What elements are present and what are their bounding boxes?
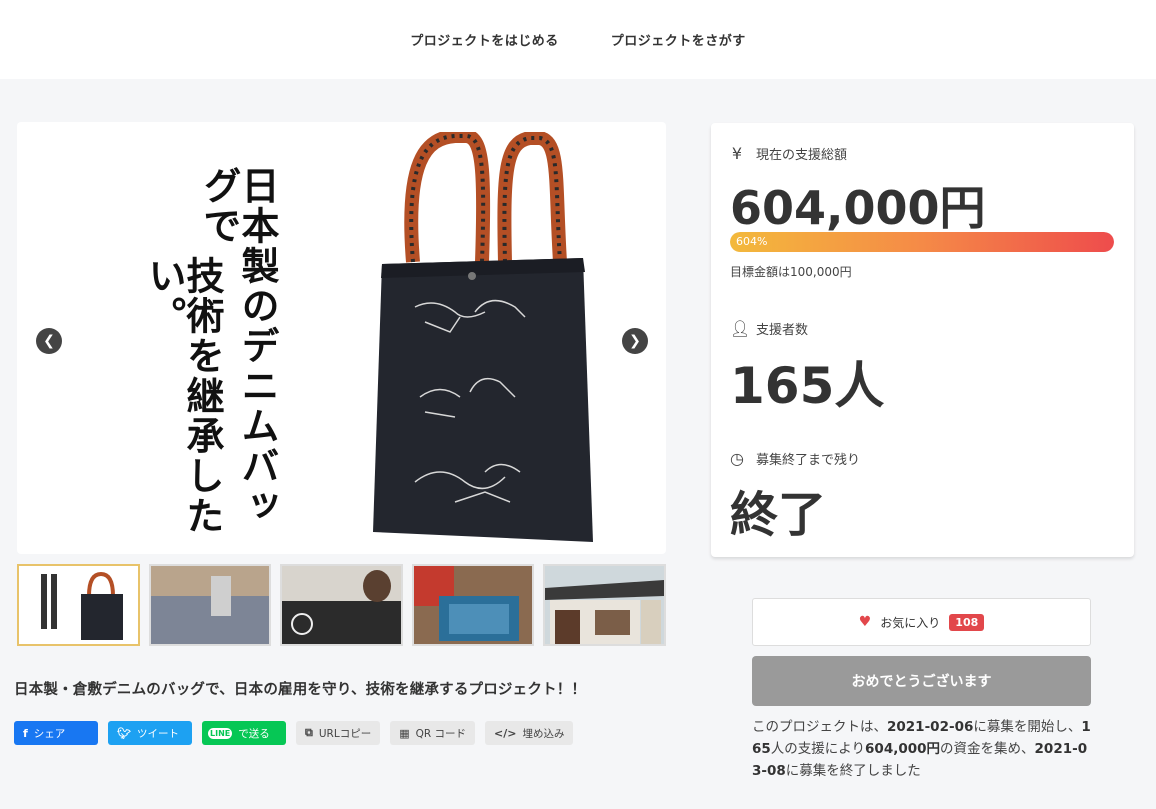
project-summary: このプロジェクトは、2021-02-06に募集を開始し、165人の支援により60…: [752, 716, 1094, 782]
total-amount-label-row: ¥ 現在の支援総額: [730, 144, 847, 163]
qr-code-button[interactable]: ▦ QR コード: [390, 721, 476, 745]
twitter-bird-icon: 🐦︎: [117, 726, 131, 740]
embed-button[interactable]: </> 埋め込み: [485, 721, 574, 745]
qr-code-icon: ▦: [399, 726, 410, 740]
summary-text-5: に募集を終了しました: [785, 763, 921, 779]
supporters-value: 165人: [730, 357, 885, 415]
total-amount-label: 現在の支援総額: [756, 148, 848, 163]
funding-progress-bar: 604%: [730, 232, 1114, 252]
remaining-label: 募集終了まで残り: [756, 453, 861, 468]
thumbnail-3[interactable]: [280, 564, 403, 646]
thumbnail-1[interactable]: [17, 564, 140, 646]
thumbnail-storefront-image: [545, 566, 664, 644]
nav-start-project[interactable]: プロジェクトをはじめる: [410, 30, 559, 49]
project-title: 日本製・倉敷デニムのバッグで、日本の雇用を守り、技術を継承するプロジェクト！！: [14, 682, 587, 698]
remaining-label-row: ◷ 募集終了まで残り: [730, 449, 860, 468]
thumbnail-5[interactable]: [543, 564, 666, 646]
congratulations-button[interactable]: おめでとうございます: [752, 656, 1091, 706]
share-buttons: f シェア 🐦︎ ツイート LINE で送る ⧉ URLコピー ▦ QR コード…: [14, 721, 574, 745]
line-send-button[interactable]: LINE で送る: [202, 721, 286, 745]
line-send-label: で送る: [238, 727, 270, 740]
nav-find-project[interactable]: プロジェクトをさがす: [611, 30, 746, 49]
clock-icon: ◷: [730, 449, 744, 468]
total-amount-value: 604,000円: [730, 181, 986, 235]
line-icon: LINE: [208, 727, 233, 739]
summary-start-date: 2021-02-06: [887, 719, 974, 735]
thumbnail-4[interactable]: [411, 564, 535, 646]
code-icon: </>: [494, 726, 517, 740]
url-copy-label: URLコピー: [318, 727, 372, 740]
facebook-share-label: シェア: [33, 727, 66, 740]
twitter-tweet-label: ツイート: [136, 727, 179, 740]
chevron-right-icon: ❯: [629, 333, 641, 349]
embed-label: 埋め込み: [522, 727, 565, 740]
summary-text-4: の資金を集め、: [940, 741, 1035, 757]
twitter-tweet-button[interactable]: 🐦︎ ツイート: [108, 721, 192, 745]
progress-fill: [730, 232, 1114, 252]
favorite-count-badge: 108: [949, 613, 985, 631]
favorite-label: お気に入り: [880, 615, 941, 630]
summary-text-1: このプロジェクトは、: [752, 719, 887, 735]
url-copy-button[interactable]: ⧉ URLコピー: [296, 721, 381, 745]
carousel-prev-button[interactable]: ❮: [36, 328, 62, 354]
facebook-share-button[interactable]: f シェア: [14, 721, 98, 745]
favorite-button[interactable]: ♥ お気に入り 108: [752, 598, 1091, 646]
summary-text-3: 人の支援により: [770, 741, 866, 757]
thumbnail-sewing-image: [150, 566, 270, 644]
facebook-icon: f: [23, 726, 28, 740]
thumbnail-strip: [17, 564, 666, 646]
main-image-carousel: 日本製のデニムバッグで 技術を継承したい。 ❮ ❯: [17, 122, 666, 554]
progress-percent: 604%: [736, 235, 768, 248]
summary-text-2: に募集を開始し、: [973, 719, 1082, 735]
copy-icon: ⧉: [305, 726, 313, 739]
funding-stats-panel: ¥ 現在の支援総額 604,000円 604% 目標金額は100,000円 👤︎…: [711, 123, 1134, 557]
heart-icon: ♥: [858, 614, 872, 630]
yen-icon: ¥: [731, 144, 743, 163]
supporters-label-row: 👤︎ 支援者数: [730, 319, 808, 338]
qr-code-label: QR コード: [415, 727, 467, 740]
top-nav: プロジェクトをはじめる プロジェクトをさがす: [0, 0, 1156, 79]
person-icon: 👤︎: [730, 319, 751, 338]
thumbnail-2[interactable]: [148, 564, 272, 646]
carousel-next-button[interactable]: ❯: [622, 328, 648, 354]
thumbnail-print-image: [413, 566, 533, 644]
supporters-label: 支援者数: [756, 323, 809, 338]
thumbnail-bag-image: [19, 566, 138, 644]
hero-vertical-text-2: 技術を継承したい。: [142, 256, 224, 536]
thumbnail-work-image: [282, 566, 401, 644]
remaining-value: 終了: [730, 487, 827, 543]
summary-amount: 604,000円: [865, 741, 941, 757]
chevron-left-icon: ❮: [43, 333, 55, 349]
goal-amount: 目標金額は100,000円: [730, 265, 852, 279]
tote-bag-image: [373, 132, 593, 542]
